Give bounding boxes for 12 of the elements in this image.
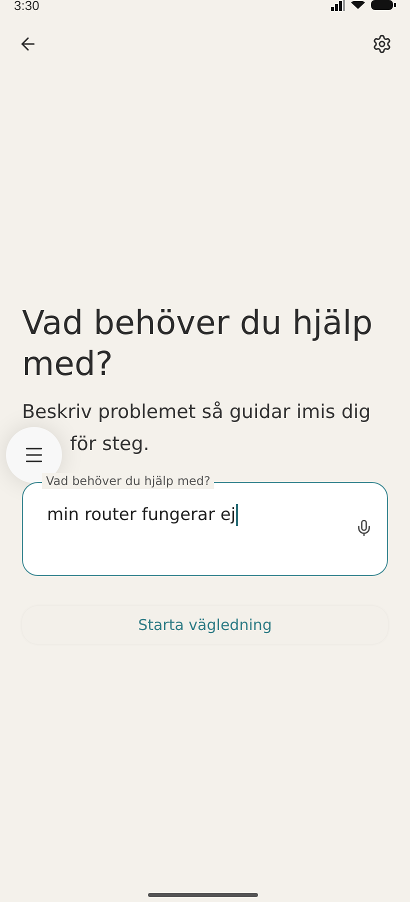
page-heading: Vad behöver du hjälp med?	[21, 302, 374, 384]
description-text: Beskriv problemet så guidar imis dig	[22, 400, 372, 425]
wifi-icon	[351, 1, 365, 9]
settings-icon	[372, 34, 392, 54]
status-time: 3:30	[14, 0, 40, 12]
signal-icon	[331, 0, 345, 10]
battery-icon	[371, 0, 396, 10]
field-value: min router fungerar ej	[47, 503, 239, 527]
microphone-icon[interactable]	[355, 519, 373, 537]
description-text: för steg.	[70, 432, 150, 457]
start-button[interactable]: Starta vägledning	[22, 606, 388, 644]
field-label: Vad behöver du hjälp med?	[42, 473, 214, 489]
